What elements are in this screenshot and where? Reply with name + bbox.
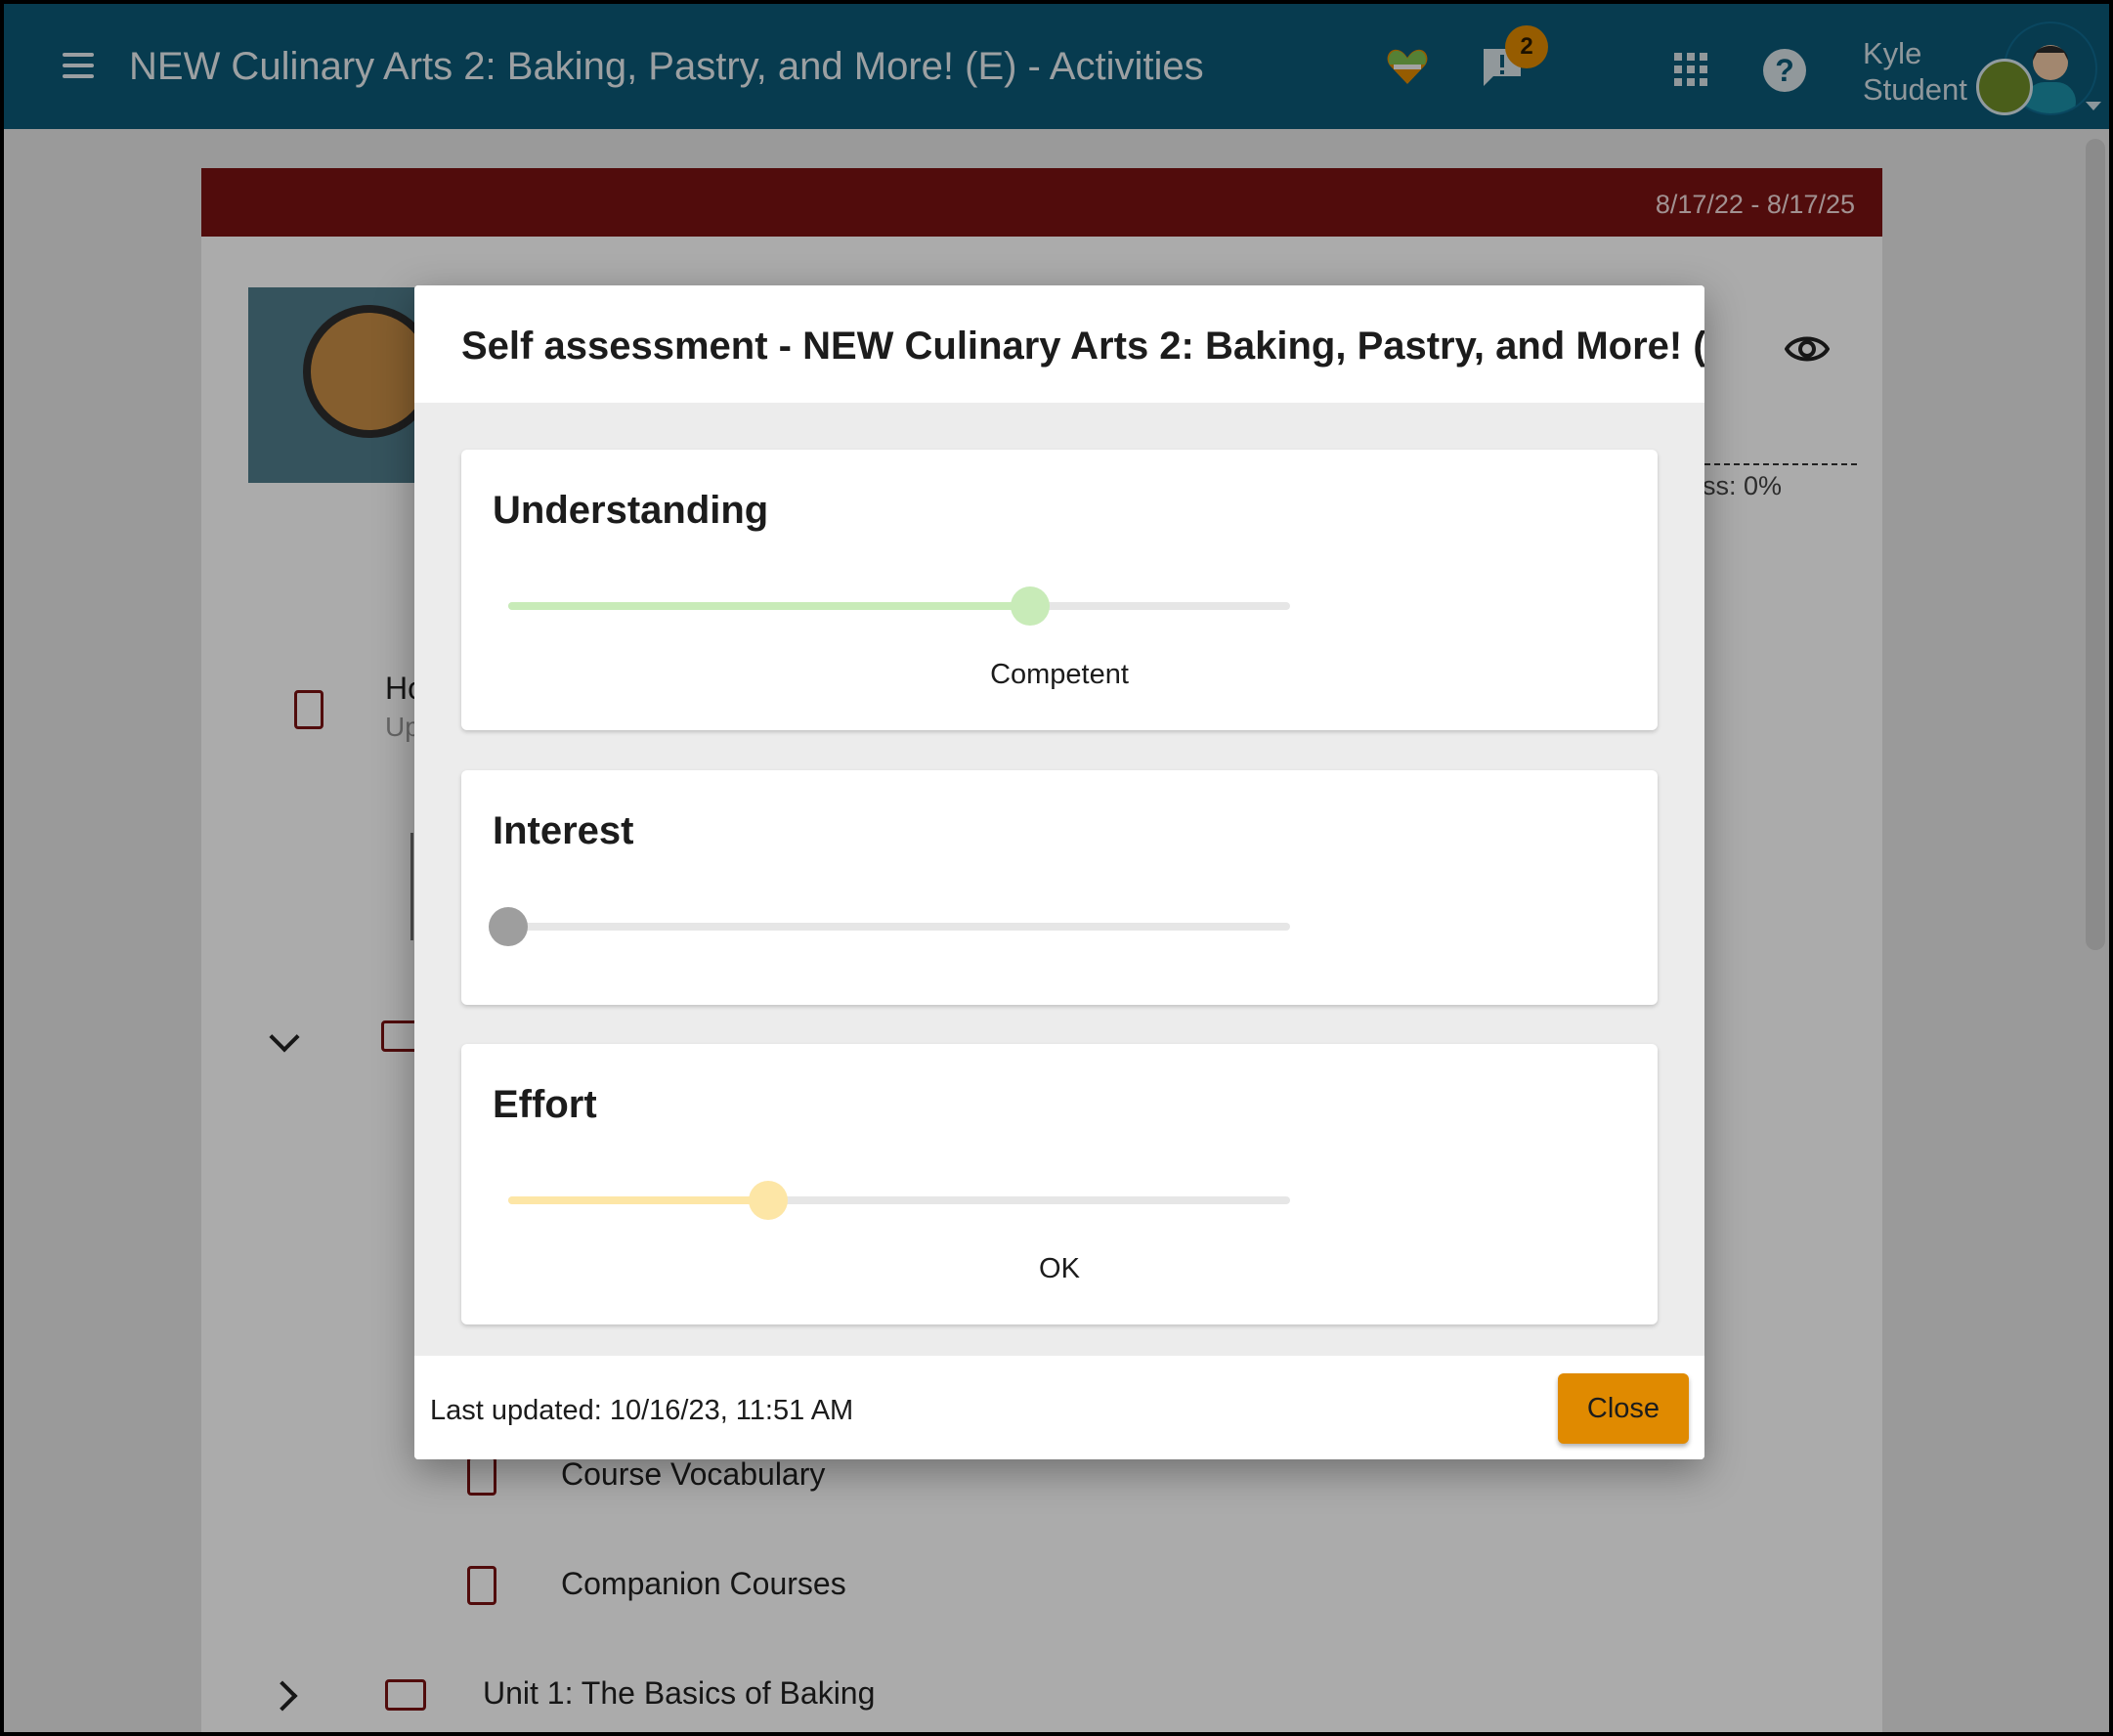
effort-label: Effort (493, 1083, 597, 1126)
effort-slider-thumb[interactable] (749, 1181, 789, 1220)
effort-slider-fill (508, 1196, 769, 1204)
dialog-header: Self assessment - NEW Culinary Arts 2: B… (414, 285, 1704, 403)
understanding-slider[interactable] (508, 586, 1290, 626)
interest-slider-thumb[interactable] (489, 907, 528, 946)
interest-panel: Interest (461, 770, 1658, 1005)
understanding-value: Competent (990, 659, 1129, 690)
last-updated-text: Last updated: 10/16/23, 11:51 AM (430, 1395, 854, 1426)
dialog-body: Understanding Competent Interest Effort (414, 403, 1704, 1356)
interest-slider[interactable] (489, 907, 1290, 946)
self-assessment-dialog: Self assessment - NEW Culinary Arts 2: B… (414, 285, 1704, 1459)
dialog-footer: Last updated: 10/16/23, 11:51 AM Close (414, 1356, 1704, 1459)
effort-panel: Effort OK (461, 1044, 1658, 1324)
close-button[interactable]: Close (1558, 1373, 1689, 1444)
app-frame: NEW Culinary Arts 2: Baking, Pastry, and… (4, 4, 2109, 1732)
understanding-panel: Understanding Competent (461, 450, 1658, 730)
interest-label: Interest (493, 809, 634, 852)
effort-slider[interactable] (508, 1181, 1290, 1220)
understanding-slider-thumb[interactable] (1010, 586, 1050, 626)
understanding-slider-fill (508, 602, 1030, 610)
dialog-title: Self assessment - NEW Culinary Arts 2: B… (461, 325, 1704, 368)
understanding-label: Understanding (493, 489, 769, 532)
effort-value: OK (1039, 1253, 1080, 1284)
